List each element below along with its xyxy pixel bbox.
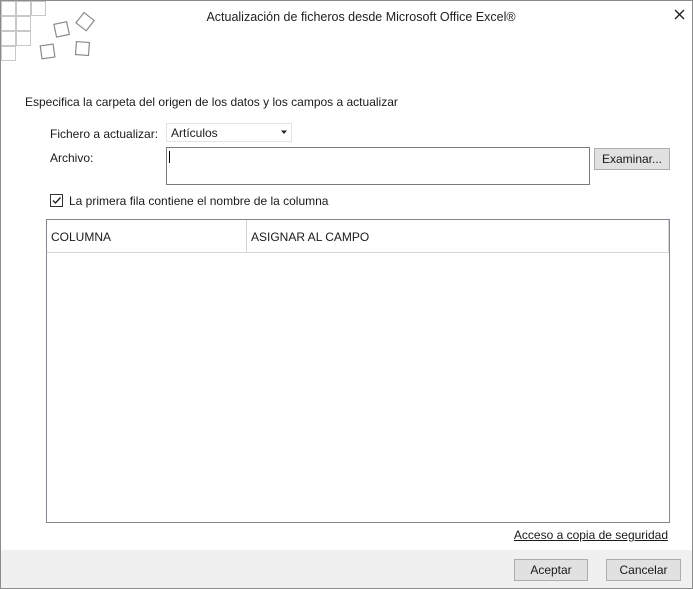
close-button[interactable] xyxy=(669,4,689,24)
column-header-label: COLUMNA xyxy=(51,230,112,244)
fichero-label: Fichero a actualizar: xyxy=(50,127,159,141)
checkmark-icon xyxy=(52,197,62,205)
fichero-select[interactable]: Artículos xyxy=(166,123,292,142)
archivo-input[interactable] xyxy=(166,147,590,185)
archivo-label: Archivo: xyxy=(50,151,94,165)
chevron-down-icon xyxy=(281,130,287,134)
cancel-button[interactable]: Cancelar xyxy=(606,559,681,581)
grid-header: COLUMNA ASIGNAR AL CAMPO xyxy=(47,220,669,253)
first-row-checkbox-label[interactable]: La primera fila contiene el nombre de la… xyxy=(69,194,328,208)
dialog-footer: Aceptar Cancelar xyxy=(1,550,692,588)
first-row-checkbox[interactable] xyxy=(50,194,63,207)
examinar-button[interactable]: Examinar... xyxy=(594,148,670,170)
column-header-asignar[interactable]: ASIGNAR AL CAMPO xyxy=(247,220,669,252)
mapping-grid[interactable]: COLUMNA ASIGNAR AL CAMPO xyxy=(46,219,670,523)
window-title: Actualización de ficheros desde Microsof… xyxy=(206,10,516,24)
backup-access-link[interactable]: Acceso a copia de seguridad xyxy=(514,528,668,542)
instruction-text: Especifica la carpeta del origen de los … xyxy=(25,95,398,109)
fichero-select-value: Artículos xyxy=(171,126,218,140)
text-caret xyxy=(169,151,170,163)
accept-button[interactable]: Aceptar xyxy=(514,559,588,581)
dialog-window: Actualización de ficheros desde Microsof… xyxy=(0,0,693,589)
close-icon xyxy=(674,9,684,19)
logo-squares-icon xyxy=(1,1,96,61)
column-header-label: ASIGNAR AL CAMPO xyxy=(251,230,370,244)
column-header-columna[interactable]: COLUMNA xyxy=(47,220,247,252)
